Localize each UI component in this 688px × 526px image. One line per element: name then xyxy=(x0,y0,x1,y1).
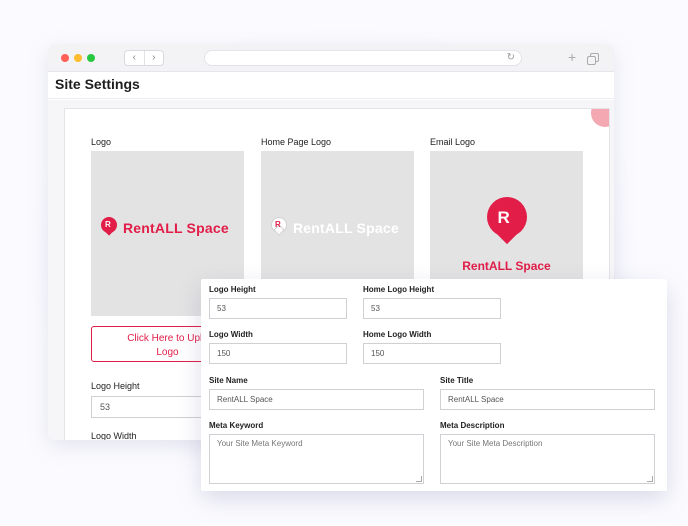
upload-button-line1: Click Here to Uplo xyxy=(127,333,208,344)
site-name-label: Site Name xyxy=(209,376,248,385)
logo-brand: R RentALL Space xyxy=(101,217,229,238)
home-logo-width-input[interactable]: 150 xyxy=(363,343,501,364)
corner-decoration xyxy=(591,109,609,127)
map-pin-logo-icon: R xyxy=(271,217,287,238)
map-pin-logo-icon: R xyxy=(101,217,117,238)
site-title-input[interactable]: RentALL Space xyxy=(440,389,655,410)
site-name-input[interactable]: RentALL Space xyxy=(209,389,424,410)
email-logo-label: Email Logo xyxy=(430,137,476,147)
site-title-label: Site Title xyxy=(440,376,474,385)
home-logo-brand: R RentALL Space xyxy=(271,217,399,238)
meta-keyword-placeholder: Your Site Meta Keyword xyxy=(217,439,303,448)
stage: ‹ › ↻ + Site Settings Logo R RentALL Spa… xyxy=(0,0,688,526)
logo-brand-name: RentALL Space xyxy=(123,219,229,236)
meta-description-placeholder: Your Site Meta Description xyxy=(448,439,543,448)
nav-buttons: ‹ › xyxy=(124,50,164,66)
logo-label: Logo xyxy=(91,137,112,147)
address-bar[interactable]: ↻ xyxy=(204,50,522,66)
tabs-icon[interactable] xyxy=(587,53,599,65)
logo-width-input[interactable]: 150 xyxy=(209,343,347,364)
meta-keyword-textarea[interactable]: Your Site Meta Keyword xyxy=(209,434,424,484)
home-logo-label: Home Page Logo xyxy=(261,137,332,147)
bg-logo-height-label: Logo Height xyxy=(91,381,140,391)
resize-grip-icon[interactable] xyxy=(647,476,653,482)
meta-description-textarea[interactable]: Your Site Meta Description xyxy=(440,434,655,484)
maximize-window-dot[interactable] xyxy=(87,54,95,62)
browser-chrome: ‹ › ↻ + xyxy=(48,44,614,72)
bg-logo-height-input[interactable]: 53 xyxy=(91,396,211,418)
logo-height-input[interactable]: 53 xyxy=(209,298,347,319)
map-pin-logo-icon: R xyxy=(486,197,527,249)
logo-width-label: Logo Width xyxy=(209,330,253,339)
home-logo-brand-name: RentALL Space xyxy=(293,219,399,236)
reload-icon[interactable]: ↻ xyxy=(507,51,515,65)
meta-keyword-label: Meta Keyword xyxy=(209,421,264,430)
home-logo-height-input[interactable]: 53 xyxy=(363,298,501,319)
new-tab-icon[interactable]: + xyxy=(568,49,576,65)
meta-description-label: Meta Description xyxy=(440,421,505,430)
upload-button-line2: Logo xyxy=(156,347,179,358)
home-logo-height-label: Home Logo Height xyxy=(363,285,435,294)
page-header: Site Settings xyxy=(48,72,614,99)
page-title: Site Settings xyxy=(55,76,140,92)
home-logo-width-label: Home Logo Width xyxy=(363,330,432,339)
back-icon[interactable]: ‹ xyxy=(125,51,145,65)
email-logo-brand-name: RentALL Space xyxy=(462,259,551,273)
bg-logo-width-label: Logo Width xyxy=(91,431,137,440)
email-logo-brand: R RentALL Space xyxy=(430,197,583,273)
settings-form-panel: Logo Height 53 Home Logo Height 53 Logo … xyxy=(201,279,667,491)
close-window-dot[interactable] xyxy=(61,54,69,62)
forward-icon[interactable]: › xyxy=(145,51,164,65)
logo-height-label: Logo Height xyxy=(209,285,256,294)
resize-grip-icon[interactable] xyxy=(416,476,422,482)
minimize-window-dot[interactable] xyxy=(74,54,82,62)
